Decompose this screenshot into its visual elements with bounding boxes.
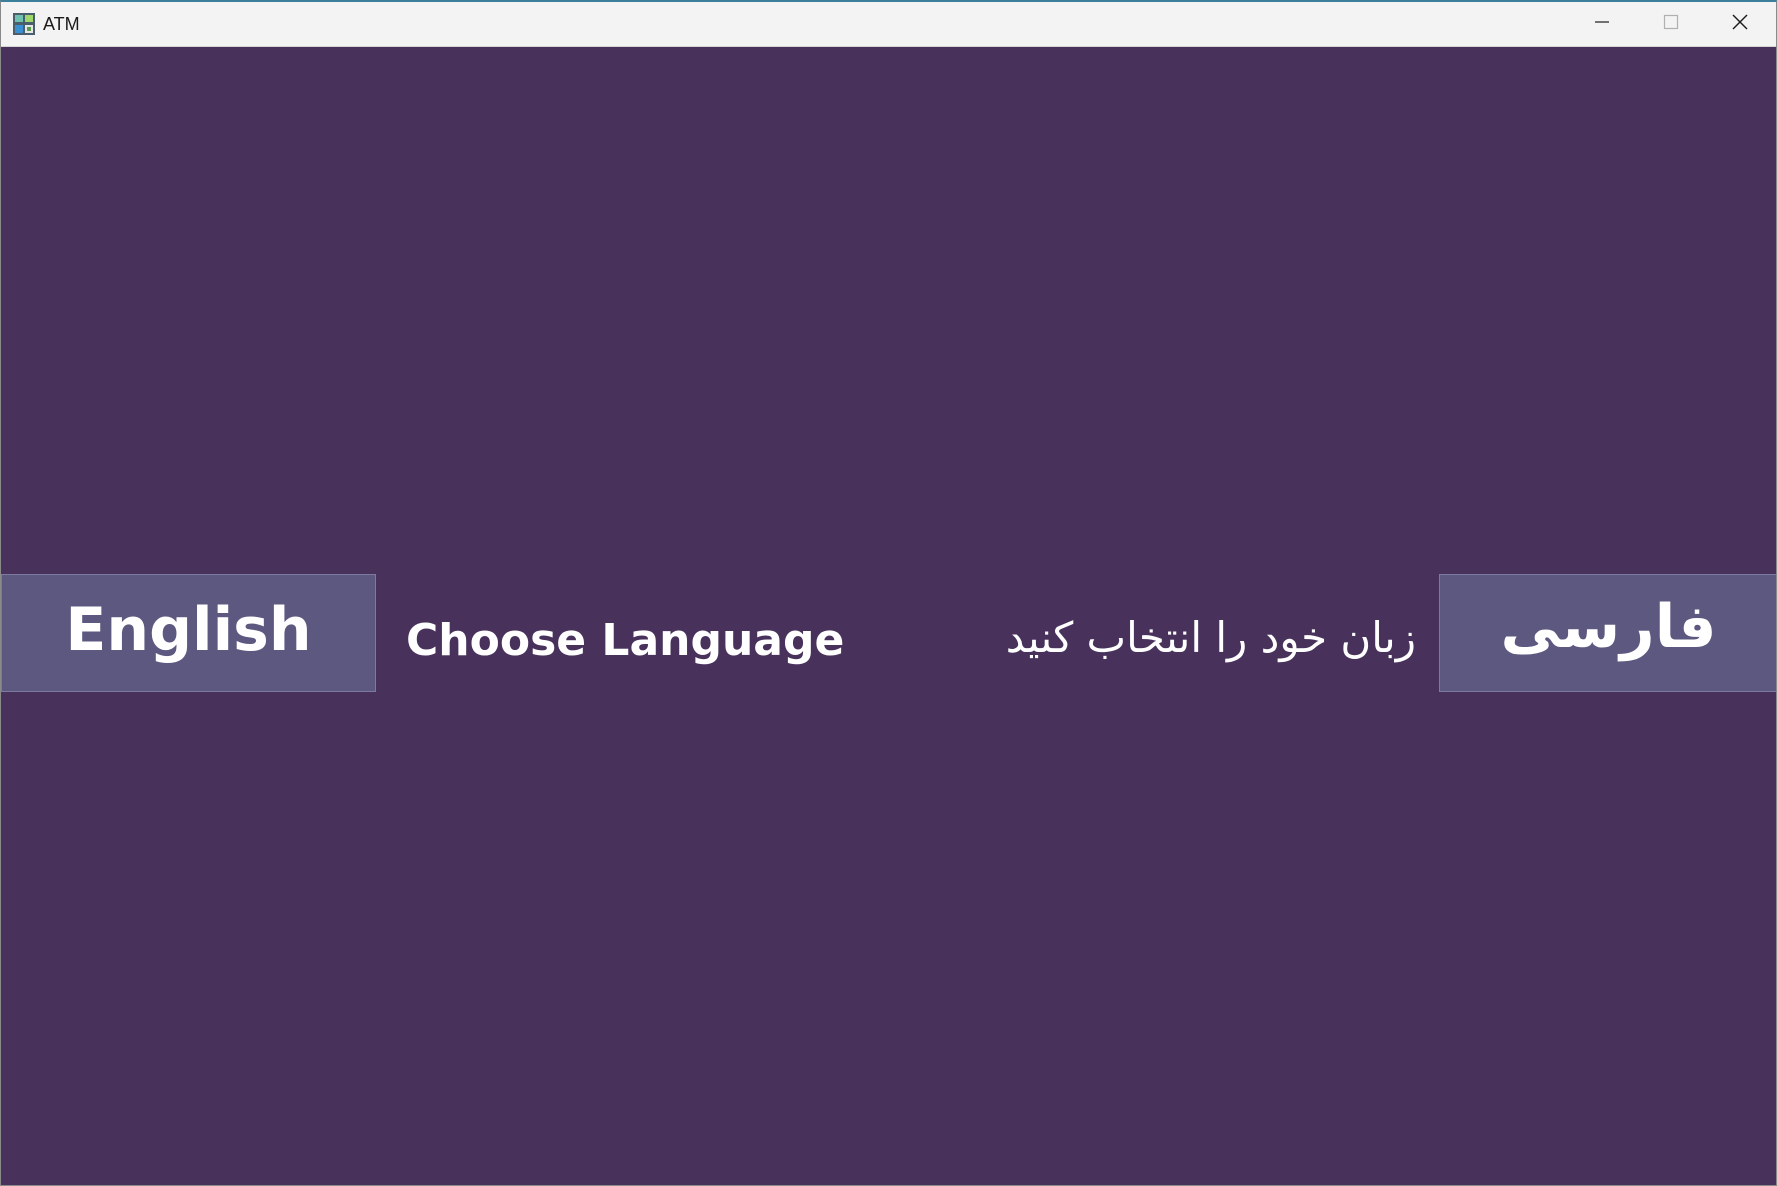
minimize-icon (1594, 14, 1610, 34)
english-button[interactable]: English (1, 574, 376, 692)
atm-window: ATM English Choose Language زبان خود را … (0, 0, 1777, 1186)
window-title: ATM (43, 14, 80, 34)
language-select-screen: English Choose Language زبان خود را انتخ… (1, 47, 1776, 1185)
maximize-button[interactable] (1637, 2, 1705, 46)
farsi-prompt-label: زبان خود را انتخاب کنید (1005, 613, 1416, 662)
maximize-icon (1663, 14, 1679, 34)
farsi-button[interactable]: فارسی (1439, 574, 1776, 692)
close-button[interactable] (1706, 2, 1774, 46)
title-bar[interactable]: ATM (1, 2, 1776, 47)
minimize-button[interactable] (1568, 2, 1636, 46)
close-icon (1731, 13, 1749, 35)
atm-app-icon (13, 13, 35, 35)
choose-language-label: Choose Language (406, 615, 845, 666)
